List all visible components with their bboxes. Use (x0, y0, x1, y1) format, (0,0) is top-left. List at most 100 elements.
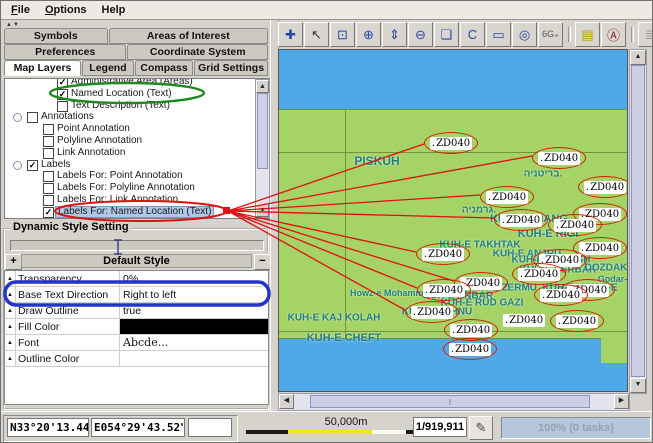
map-horizontal-scrollbar[interactable]: ◀ ‖ ▶ (278, 393, 630, 411)
dynamic-style-title: Dynamic Style Setting (10, 221, 132, 233)
layer-checkbox[interactable] (43, 124, 54, 135)
layer-tree-item[interactable]: Labels For: Point Annotation (5, 170, 255, 182)
select-arrow-button[interactable]: ↖ (304, 22, 329, 47)
center-map-button[interactable]: ◎ (512, 22, 537, 47)
tab-row-3: Map LayersLegendCompassGrid Settings (4, 60, 269, 76)
layer-tree-item[interactable]: Labels For: Link Annotation (5, 194, 255, 206)
property-name: Transparency (16, 271, 120, 286)
tree-scrollbar[interactable]: ▲ ▼ (255, 79, 270, 218)
layer-checkbox[interactable]: ✓ (43, 207, 54, 218)
layer-checkbox[interactable]: ✓ (57, 89, 68, 100)
map-label: ZD040 (550, 310, 604, 332)
scroll-down-icon[interactable]: ▼ (256, 204, 269, 217)
zoom-out-button[interactable]: ⊖ (408, 22, 433, 47)
map-vscrollbar-thumb[interactable] (631, 65, 645, 377)
property-value[interactable] (120, 319, 268, 334)
row-marker-icon: ▲ (5, 335, 16, 350)
property-value[interactable]: 0% (120, 271, 268, 286)
style-slider[interactable] (10, 240, 264, 251)
style-property-row[interactable]: ▲Draw Outlinetrue (5, 303, 268, 319)
tab-coordinate-system[interactable]: Coordinate System (127, 44, 268, 60)
layer-label: Labels For: Named Location (Text) (55, 206, 214, 218)
menu-help[interactable]: Help (96, 3, 135, 18)
scale-ratio-field[interactable]: 1/919,911 (413, 417, 467, 437)
task-progress-text: 100% (0 tasks) (538, 422, 614, 434)
scroll-left-icon[interactable]: ◀ (279, 394, 294, 409)
longitude-field[interactable]: E054°29'43.52" (91, 418, 185, 437)
latitude-field[interactable]: N33°20'13.44" (7, 418, 89, 437)
scroll-down-icon[interactable]: ▼ (630, 378, 646, 393)
menu-file[interactable]: File (5, 3, 39, 18)
tab-preferences[interactable]: Preferences (4, 44, 126, 60)
style-property-row[interactable]: ▲Fill Color (5, 319, 268, 335)
remove-style-button[interactable]: − (254, 254, 271, 270)
layer-tree-item[interactable]: ✓Administrative Area (Areas) (5, 78, 255, 88)
layer-tree-item[interactable]: ✓Labels For: Named Location (Text) (5, 206, 255, 218)
tab-map-layers[interactable]: Map Layers (4, 60, 81, 76)
tree-expander-icon[interactable] (13, 113, 22, 122)
menu-options[interactable]: Options (39, 3, 96, 18)
scene-3d-button: ≣ (638, 22, 653, 47)
layer-tree-item[interactable]: Labels For: Polyline Annotation (5, 182, 255, 194)
scroll-up-icon[interactable]: ▲ (630, 50, 646, 65)
tab-areas-of-interest[interactable]: Areas of Interest (109, 28, 268, 44)
map-label: ZD040 (497, 309, 551, 331)
layer-checkbox[interactable] (43, 183, 54, 194)
layer-tree-item[interactable]: Link Annotation (5, 147, 255, 159)
layer-checkbox[interactable] (43, 148, 54, 159)
map-label-text: ZD040 (518, 268, 560, 281)
tab-grid-settings[interactable]: Grid Settings (194, 60, 268, 76)
layer-label: Labels For: Point Annotation (55, 170, 185, 182)
layer-checkbox[interactable] (43, 136, 54, 147)
style-property-row[interactable]: ▲FontAbcde... (5, 335, 268, 351)
zoom-scale-button[interactable]: ⇕ (382, 22, 407, 47)
goto-location-button[interactable]: 6G₊ (538, 22, 563, 47)
map-label: ZD040 (480, 186, 534, 208)
refresh-button[interactable]: C (460, 22, 485, 47)
tree-expander-icon[interactable] (13, 161, 22, 170)
layer-checkbox[interactable] (43, 195, 54, 206)
edit-scale-button[interactable]: ✎ (469, 416, 493, 440)
map-viewport[interactable]: PISKUHבריטניה.גרמניה.KUH-E AHANGKUH-E RI… (278, 49, 628, 392)
tab-legend[interactable]: Legend (82, 60, 134, 76)
scroll-right-icon[interactable]: ▶ (614, 394, 629, 409)
measure-button[interactable]: ▤ (575, 22, 600, 47)
style-property-row[interactable]: ▲Base Text DirectionRight to left (5, 287, 268, 303)
property-value[interactable] (120, 351, 268, 366)
layer-checkbox[interactable] (27, 112, 38, 123)
property-name: Font (16, 335, 120, 350)
style-property-row[interactable]: ▲Transparency0% (5, 271, 268, 287)
map-vertical-scrollbar[interactable]: ▲ ▼ (629, 49, 647, 394)
layer-tree-item[interactable]: Polyline Annotation (5, 135, 255, 147)
property-value[interactable]: true (120, 303, 268, 318)
select-region-button[interactable]: ▭ (486, 22, 511, 47)
map-hscrollbar-thumb[interactable]: ‖ (310, 395, 590, 408)
row-marker-icon: ▲ (5, 351, 16, 366)
map-label-text: ZD040 (556, 315, 598, 328)
map-label-text: ZD040 (486, 191, 528, 204)
layer-tree-item[interactable]: Annotations (5, 111, 255, 123)
layer-checkbox[interactable] (43, 171, 54, 182)
tab-symbols[interactable]: Symbols (4, 28, 108, 44)
elevation-field[interactable] (188, 418, 232, 437)
tab-compass[interactable]: Compass (135, 60, 193, 76)
pan-button[interactable]: ✚ (278, 22, 303, 47)
scroll-up-icon[interactable]: ▲ (256, 80, 269, 93)
property-value[interactable]: Right to left (120, 287, 268, 302)
layer-tree-item[interactable]: ✓Named Location (Text) (5, 88, 255, 100)
map-label: ZD040 (424, 132, 478, 154)
map-label-text: ZD040 (450, 324, 492, 337)
map-label: ZD040 (534, 284, 588, 306)
layer-tree[interactable]: ✓Administrative Area (Areas)✓Named Locat… (4, 78, 271, 219)
add-style-button[interactable]: + (5, 254, 22, 270)
map-label-text: ZD040 (500, 214, 542, 227)
style-property-row[interactable]: ▲Outline Color (5, 351, 268, 367)
overview-window-button[interactable]: ❏ (434, 22, 459, 47)
zoom-in-button[interactable]: ⊕ (356, 22, 381, 47)
layer-checkbox[interactable]: ✓ (57, 78, 68, 88)
tree-scrollbar-thumb[interactable] (257, 93, 268, 169)
property-value[interactable]: Abcde... (120, 335, 268, 350)
layer-tree-item[interactable]: Point Annotation (5, 123, 255, 135)
zoom-window-button[interactable]: ⊡ (330, 22, 355, 47)
search-attributes-button[interactable]: Ⓐ (601, 22, 626, 47)
